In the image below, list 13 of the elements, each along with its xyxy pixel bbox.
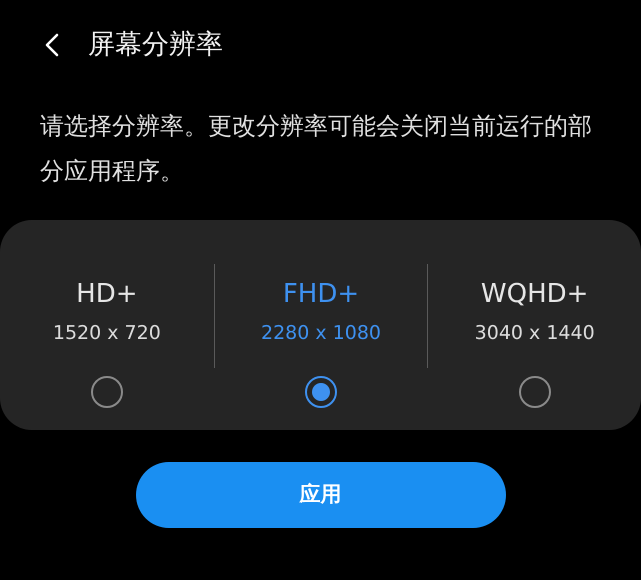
apply-button[interactable]: 应用	[136, 462, 506, 528]
radio-button[interactable]	[305, 376, 337, 408]
page-title: 屏幕分辨率	[88, 28, 223, 62]
back-icon	[45, 33, 59, 57]
resolution-label: FHD+	[282, 278, 360, 311]
radio-button[interactable]	[518, 376, 551, 408]
resolution-label: HD+	[76, 278, 138, 311]
resolution-label: WQHD+	[480, 278, 588, 311]
radio-button[interactable]	[90, 376, 123, 408]
resolution-value: 3040 x 1440	[474, 321, 595, 346]
resolution-value: 1520 x 720	[52, 321, 161, 346]
description-text: 请选择分辨率。更改分辨率可能会关闭当前运行的部分应用程序。	[39, 111, 593, 187]
resolution-value: 2280 x 1080	[260, 321, 382, 346]
